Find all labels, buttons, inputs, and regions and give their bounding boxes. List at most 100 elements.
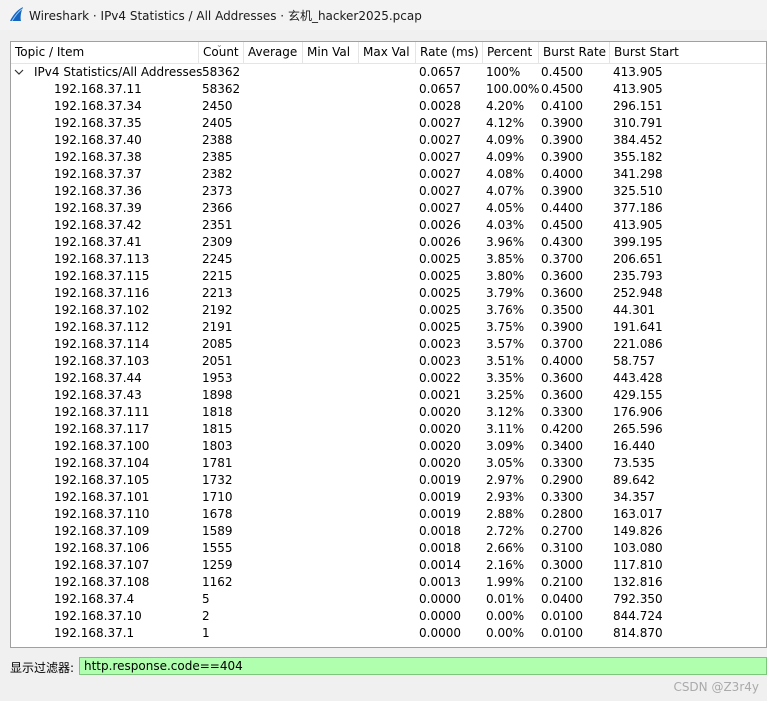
row-percent: 4.05% — [486, 201, 525, 215]
row-topic: 192.168.37.39 — [54, 201, 142, 215]
row-topic: 192.168.37.4 — [54, 592, 135, 606]
table-row[interactable]: 192.168.37.108 1162 0.0013 1.99% 0.2100 132.8… — [11, 574, 766, 591]
row-topic: 192.168.37.101 — [54, 490, 150, 504]
row-burst-start: 355.182 — [613, 150, 663, 164]
table-row[interactable]: 192.168.37.113 2245 0.0025 3.85% 0.3700 206.6… — [11, 251, 766, 268]
row-burst-rate: 0.2900 — [541, 473, 583, 487]
row-rate: 0.0020 — [419, 405, 461, 419]
table-row[interactable]: 192.168.37.39 2366 0.0027 4.05% 0.4400 377.18… — [11, 200, 766, 217]
row-burst-rate: 0.3600 — [541, 371, 583, 385]
display-filter-bar: 显示过滤器: http.response.code==404 — [0, 656, 767, 678]
table-row[interactable]: 192.168.37.110 1678 0.0019 2.88% 0.2800 163.0… — [11, 506, 766, 523]
row-topic: 192.168.37.100 — [54, 439, 150, 453]
table-row[interactable]: 192.168.37.115 2215 0.0025 3.80% 0.3600 235.7… — [11, 268, 766, 285]
row-count: 2366 — [202, 201, 233, 215]
row-burst-start: 252.948 — [613, 286, 663, 300]
table-row[interactable]: 192.168.37.4 5 0.0000 0.01% 0.0400 792.350 — [11, 591, 766, 608]
column-header-rate[interactable]: Rate (ms) — [416, 42, 483, 63]
table-row[interactable]: 192.168.37.114 2085 0.0023 3.57% 0.3700 221.0… — [11, 336, 766, 353]
table-row[interactable]: 192.168.37.34 2450 0.0028 4.20% 0.4100 296.15… — [11, 98, 766, 115]
row-topic: 192.168.37.36 — [54, 184, 142, 198]
row-topic: 192.168.37.37 — [54, 167, 142, 181]
table-row[interactable]: 192.168.37.116 2213 0.0025 3.79% 0.3600 252.9… — [11, 285, 766, 302]
row-count: 1781 — [202, 456, 233, 470]
table-row[interactable]: 192.168.37.35 2405 0.0027 4.12% 0.3900 310.79… — [11, 115, 766, 132]
row-percent: 3.85% — [486, 252, 525, 266]
row-count: 58362 — [202, 82, 241, 96]
row-burst-rate: 0.3600 — [541, 286, 583, 300]
row-burst-rate: 0.3600 — [541, 269, 583, 283]
row-burst-start: 73.535 — [613, 456, 655, 470]
row-rate: 0.0020 — [419, 439, 461, 453]
table-row[interactable]: 192.168.37.10 2 0.0000 0.00% 0.0100 844.724 — [11, 608, 766, 625]
row-burst-rate: 0.3100 — [541, 541, 583, 555]
row-burst-rate: 0.3900 — [541, 184, 583, 198]
row-burst-start: 176.906 — [613, 405, 663, 419]
row-burst-rate: 0.4000 — [541, 167, 583, 181]
row-burst-rate: 0.3400 — [541, 439, 583, 453]
table-row[interactable]: 192.168.37.111 1818 0.0020 3.12% 0.3300 176.9… — [11, 404, 766, 421]
row-rate: 0.0025 — [419, 303, 461, 317]
display-filter-input[interactable]: http.response.code==404 — [79, 657, 767, 675]
column-header-min-val[interactable]: Min Val — [303, 42, 359, 63]
row-burst-rate: 0.2100 — [541, 575, 583, 589]
column-header-average[interactable]: Average — [244, 42, 303, 63]
row-rate: 0.0023 — [419, 354, 461, 368]
column-header-topic[interactable]: Topic / Item — [11, 42, 199, 63]
row-percent: 3.80% — [486, 269, 525, 283]
table-row[interactable]: 192.168.37.11 58362 0.0657 100.00% 0.4500 413… — [11, 81, 766, 98]
row-topic: 192.168.37.11 — [54, 82, 142, 96]
table-row[interactable]: 192.168.37.100 1803 0.0020 3.09% 0.3400 16.44… — [11, 438, 766, 455]
row-rate: 0.0014 — [419, 558, 461, 572]
row-topic: 192.168.37.114 — [54, 337, 150, 351]
table-row[interactable]: 192.168.37.105 1732 0.0019 2.97% 0.2900 89.64… — [11, 472, 766, 489]
row-percent: 2.16% — [486, 558, 525, 572]
row-topic: 192.168.37.44 — [54, 371, 142, 385]
row-burst-start: 132.816 — [613, 575, 663, 589]
table-row[interactable]: 192.168.37.38 2385 0.0027 4.09% 0.3900 355.18… — [11, 149, 766, 166]
row-count: 2450 — [202, 99, 233, 113]
row-percent: 3.12% — [486, 405, 525, 419]
table-row[interactable]: 192.168.37.41 2309 0.0026 3.96% 0.4300 399.19… — [11, 234, 766, 251]
table-row[interactable]: 192.168.37.43 1898 0.0021 3.25% 0.3600 429.15… — [11, 387, 766, 404]
row-burst-start: 89.642 — [613, 473, 655, 487]
row-burst-rate: 0.0100 — [541, 609, 583, 623]
table-row[interactable]: 192.168.37.109 1589 0.0018 2.72% 0.2700 149.8… — [11, 523, 766, 540]
row-topic: 192.168.37.117 — [54, 422, 150, 436]
table-row[interactable]: 192.168.37.117 1815 0.0020 3.11% 0.4200 265.5… — [11, 421, 766, 438]
row-rate: 0.0000 — [419, 609, 461, 623]
table-row[interactable]: 192.168.37.40 2388 0.0027 4.09% 0.3900 384.45… — [11, 132, 766, 149]
table-row[interactable]: 192.168.37.102 2192 0.0025 3.76% 0.3500 44.30… — [11, 302, 766, 319]
table-row[interactable]: 192.168.37.36 2373 0.0027 4.07% 0.3900 325.51… — [11, 183, 766, 200]
row-topic: 192.168.37.41 — [54, 235, 142, 249]
table-row[interactable]: 192.168.37.1 1 0.0000 0.00% 0.0100 814.870 — [11, 625, 766, 642]
table-row[interactable]: 192.168.37.42 2351 0.0026 4.03% 0.4500 413.90… — [11, 217, 766, 234]
row-rate: 0.0023 — [419, 337, 461, 351]
column-header-burst-start[interactable]: Burst Start — [610, 42, 766, 63]
row-burst-rate: 0.0400 — [541, 592, 583, 606]
table-row[interactable]: 192.168.37.103 2051 0.0023 3.51% 0.4000 58.75… — [11, 353, 766, 370]
table-row[interactable]: 192.168.37.106 1555 0.0018 2.66% 0.3100 103.0… — [11, 540, 766, 557]
row-burst-rate: 0.3700 — [541, 337, 583, 351]
table-row[interactable]: 192.168.37.112 2191 0.0025 3.75% 0.3900 191.6… — [11, 319, 766, 336]
column-header-max-val[interactable]: Max Val — [359, 42, 416, 63]
row-percent: 3.05% — [486, 456, 525, 470]
column-header-percent[interactable]: Percent — [483, 42, 539, 63]
chevron-down-icon[interactable] — [14, 64, 26, 81]
column-header-burst-rate[interactable]: Burst Rate — [539, 42, 610, 63]
row-count: 1555 — [202, 541, 233, 555]
statistics-tree[interactable]: Topic / Item Count Average Min Val Max V… — [10, 41, 767, 648]
row-rate: 0.0019 — [419, 490, 461, 504]
row-percent: 100.00% — [486, 82, 540, 96]
table-row[interactable]: 192.168.37.101 1710 0.0019 2.93% 0.3300 34.35… — [11, 489, 766, 506]
row-count: 1815 — [202, 422, 233, 436]
table-row[interactable]: 192.168.37.44 1953 0.0022 3.35% 0.3600 443.42… — [11, 370, 766, 387]
table-row[interactable]: 192.168.37.37 2382 0.0027 4.08% 0.4000 341.29… — [11, 166, 766, 183]
tree-root-row[interactable]: IPv4 Statistics/All Addresses 58362 0.06… — [11, 64, 766, 81]
row-count: 2051 — [202, 354, 233, 368]
row-burst-rate: 0.4100 — [541, 99, 583, 113]
row-count: 5 — [202, 592, 210, 606]
row-count: 2388 — [202, 133, 233, 147]
table-row[interactable]: 192.168.37.107 1259 0.0014 2.16% 0.3000 117.8… — [11, 557, 766, 574]
table-row[interactable]: 192.168.37.104 1781 0.0020 3.05% 0.3300 73.53… — [11, 455, 766, 472]
